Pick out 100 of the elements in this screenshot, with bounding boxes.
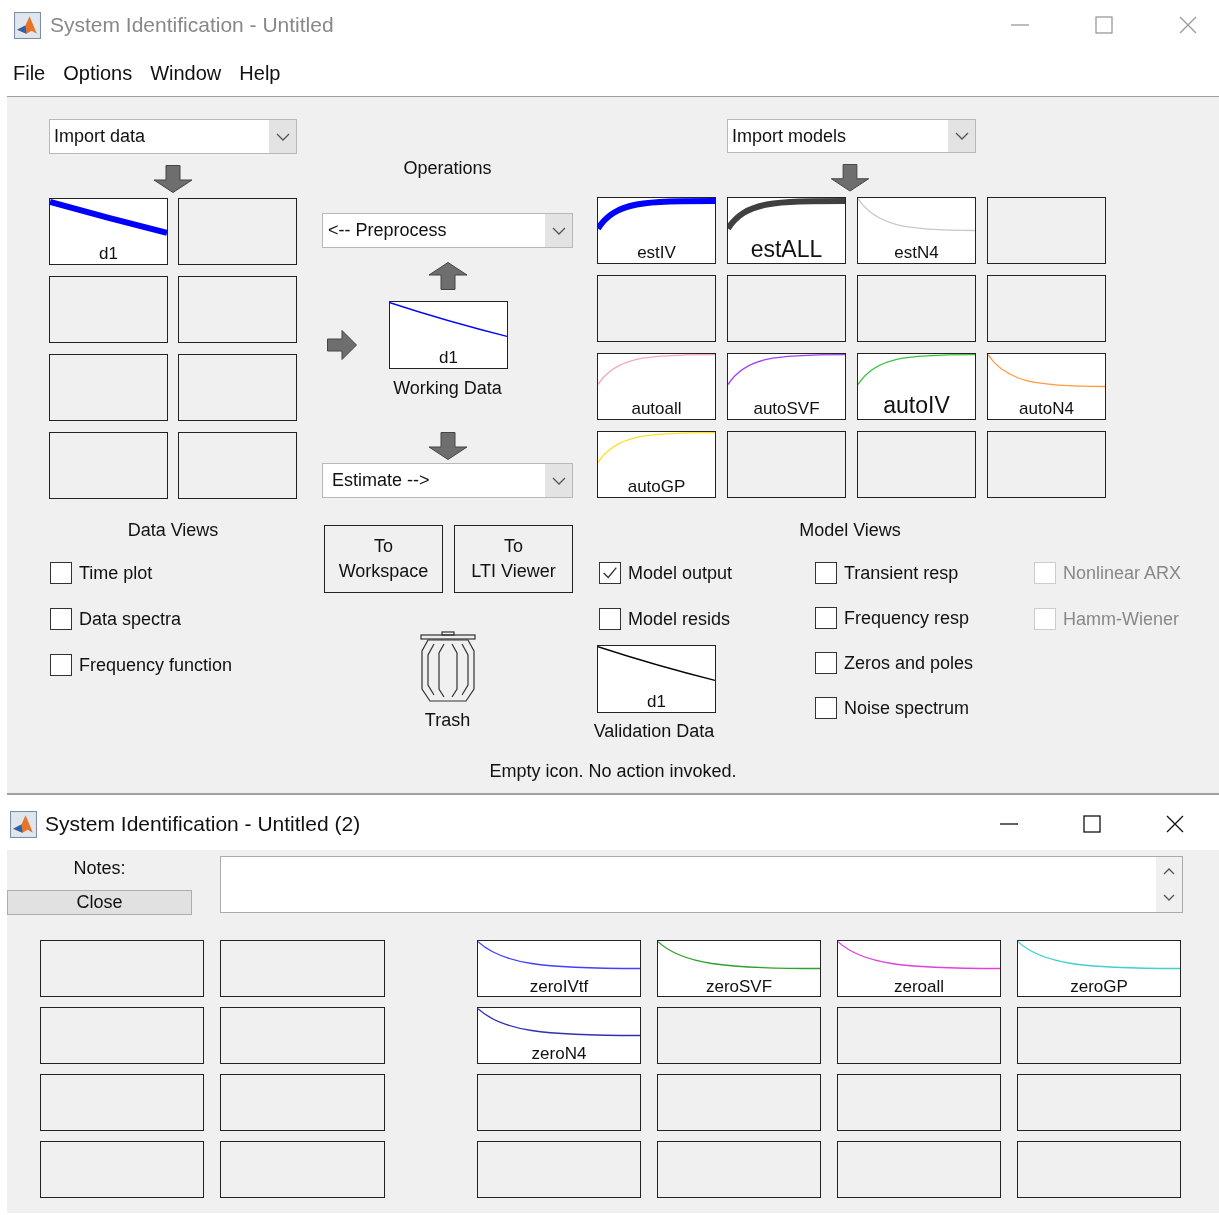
checkbox-label[interactable]: Frequency resp: [844, 607, 970, 629]
working-data-icon[interactable]: d1: [389, 301, 508, 369]
export-button[interactable]: To LTI Viewer: [454, 525, 573, 593]
menu-item[interactable]: Help: [233, 61, 293, 85]
slot-label: d1: [99, 244, 118, 263]
empty-slot[interactable]: [837, 1007, 1001, 1064]
checkbox-label[interactable]: Zeros and poles: [844, 652, 974, 674]
model-icon[interactable]: autoIV: [857, 353, 976, 420]
empty-slot[interactable]: [727, 275, 846, 342]
menu-item[interactable]: File: [7, 61, 58, 85]
empty-slot[interactable]: [837, 1074, 1001, 1131]
empty-slot[interactable]: [49, 432, 168, 499]
checkbox[interactable]: [50, 654, 72, 676]
slot-label: d1: [647, 692, 666, 711]
model-icon[interactable]: estN4: [857, 197, 976, 264]
validation-data-icon[interactable]: d1: [597, 645, 716, 713]
empty-slot[interactable]: [40, 1007, 204, 1064]
model-icon[interactable]: estALL: [727, 197, 846, 264]
data-icon[interactable]: d1: [49, 198, 168, 265]
empty-slot[interactable]: [220, 1007, 385, 1064]
checkbox-label[interactable]: Model resids: [628, 608, 731, 630]
checkbox-label[interactable]: Model output: [628, 562, 733, 584]
menu-item[interactable]: Window: [144, 61, 234, 85]
empty-slot[interactable]: [857, 275, 976, 342]
empty-slot[interactable]: [220, 940, 385, 997]
checkbox[interactable]: [815, 607, 837, 629]
import-models-dropdown[interactable]: Import models: [727, 119, 976, 154]
caret-icon: [275, 132, 290, 141]
slot-label: autoall: [631, 399, 682, 418]
empty-slot[interactable]: [857, 431, 976, 498]
empty-slot[interactable]: [220, 1074, 385, 1131]
slot-label: autoGP: [627, 477, 686, 496]
model-icon[interactable]: autoN4: [987, 353, 1106, 420]
empty-slot[interactable]: [657, 1007, 821, 1064]
notes-label: Notes:: [73, 858, 126, 878]
checkbox[interactable]: [815, 562, 837, 584]
checkbox[interactable]: [599, 608, 621, 630]
model-icon[interactable]: zeroN4: [477, 1007, 641, 1064]
empty-slot[interactable]: [178, 354, 297, 421]
maximize-icon[interactable]: [1082, 814, 1102, 834]
scroll-down-icon[interactable]: [1163, 894, 1175, 903]
empty-slot[interactable]: [1017, 1074, 1181, 1131]
empty-slot[interactable]: [597, 275, 716, 342]
estimate-dropdown[interactable]: Estimate -->: [322, 463, 573, 498]
empty-slot[interactable]: [727, 431, 846, 498]
checkbox-label[interactable]: Transient resp: [844, 562, 959, 584]
checkbox-label[interactable]: Noise spectrum: [844, 697, 970, 719]
model-icon[interactable]: autoGP: [597, 431, 716, 498]
checkbox-label[interactable]: Time plot: [79, 562, 153, 584]
empty-slot[interactable]: [657, 1074, 821, 1131]
empty-slot[interactable]: [987, 197, 1106, 264]
caret-icon: [551, 476, 566, 485]
empty-slot[interactable]: [49, 354, 168, 421]
empty-slot[interactable]: [837, 1141, 1001, 1198]
trash-icon[interactable]: [419, 631, 476, 703]
checkbox-label[interactable]: Data spectra: [79, 608, 182, 630]
model-icon[interactable]: autoSVF: [727, 353, 846, 420]
model-icon[interactable]: autoall: [597, 353, 716, 420]
empty-slot[interactable]: [40, 940, 204, 997]
empty-slot[interactable]: [477, 1074, 641, 1131]
empty-slot[interactable]: [49, 276, 168, 343]
arrow-down-icon: [427, 432, 468, 460]
empty-slot[interactable]: [1017, 1007, 1181, 1064]
preprocess-dropdown[interactable]: <-- Preprocess: [322, 213, 573, 248]
slot-label: zeroIVtf: [529, 977, 589, 996]
model-icon[interactable]: zeroall: [837, 940, 1001, 997]
close-button[interactable]: Close: [7, 890, 192, 915]
slot-label: zeroSVF: [705, 977, 773, 996]
window-title: System Identification - Untitled (2): [45, 812, 361, 836]
menu-item[interactable]: Options: [57, 61, 145, 85]
model-icon[interactable]: estIV: [597, 197, 716, 264]
app-logo-icon: [10, 810, 37, 838]
empty-slot[interactable]: [987, 431, 1106, 498]
empty-slot[interactable]: [220, 1141, 385, 1198]
checkbox-label[interactable]: Frequency function: [79, 654, 233, 676]
slot-label: autoIV: [883, 393, 950, 418]
checkbox[interactable]: [50, 608, 72, 630]
checkbox[interactable]: [815, 652, 837, 674]
model-icon[interactable]: zeroGP: [1017, 940, 1181, 997]
empty-slot[interactable]: [178, 432, 297, 499]
empty-slot[interactable]: [987, 275, 1106, 342]
checkbox[interactable]: [599, 562, 621, 584]
empty-slot[interactable]: [477, 1141, 641, 1198]
checkbox[interactable]: [50, 562, 72, 584]
empty-slot[interactable]: [178, 198, 297, 265]
slot-label: estALL: [750, 237, 823, 262]
checkbox[interactable]: [815, 697, 837, 719]
model-icon[interactable]: zeroIVtf: [477, 940, 641, 997]
operations-title: Operations: [402, 158, 493, 178]
empty-slot[interactable]: [657, 1141, 821, 1198]
scroll-up-icon[interactable]: [1163, 866, 1175, 875]
empty-slot[interactable]: [40, 1074, 204, 1131]
model-icon[interactable]: zeroSVF: [657, 940, 821, 997]
export-button[interactable]: To Workspace: [324, 525, 443, 593]
empty-slot[interactable]: [40, 1141, 204, 1198]
close-icon[interactable]: [1165, 814, 1185, 834]
notes-field[interactable]: [220, 856, 1183, 913]
empty-slot[interactable]: [178, 276, 297, 343]
import-data-dropdown[interactable]: Import data: [49, 119, 297, 154]
empty-slot[interactable]: [1017, 1141, 1181, 1198]
